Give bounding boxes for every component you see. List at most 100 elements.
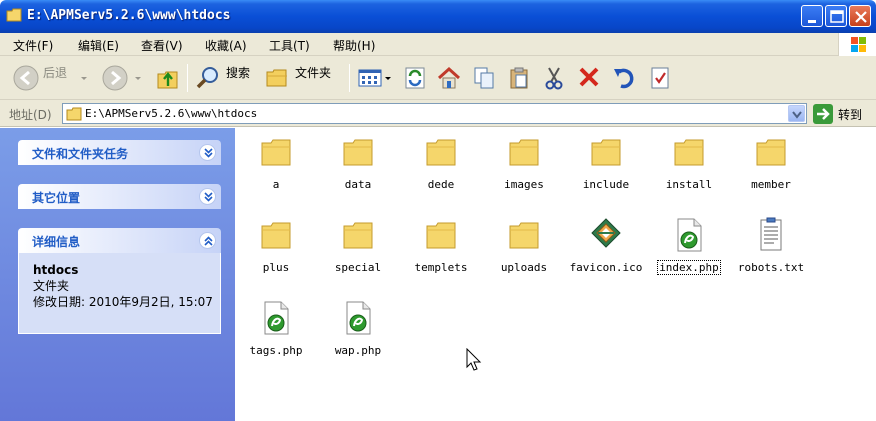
folder-icon xyxy=(674,139,704,166)
file-name: a xyxy=(272,178,280,191)
file-item-templets[interactable]: templets xyxy=(400,217,482,295)
file-item-tags-php[interactable]: tags.php xyxy=(235,300,317,378)
details-panel: 详细信息 htdocs 文件夹 修改日期: 2010年9月2日, 15:07 xyxy=(18,228,221,334)
menu-favorites[interactable]: 收藏(A) xyxy=(205,37,247,54)
menu-view[interactable]: 查看(V) xyxy=(141,37,183,54)
back-dropdown-icon[interactable] xyxy=(79,64,89,92)
address-label: 地址(D) xyxy=(9,108,52,122)
folder-icon xyxy=(591,139,621,166)
file-name: images xyxy=(504,178,544,191)
favicon-icon xyxy=(591,218,621,248)
file-list: a data dede images include install membe… xyxy=(235,128,876,421)
file-name: wap.php xyxy=(334,344,382,357)
forward-arrow-icon[interactable] xyxy=(101,64,129,92)
search-button[interactable]: 搜索 xyxy=(226,64,250,81)
properties-icon[interactable] xyxy=(648,64,672,92)
file-item-member[interactable]: member xyxy=(730,134,812,212)
expand-button[interactable] xyxy=(199,144,216,161)
minimize-icon xyxy=(808,20,816,23)
file-item-install[interactable]: install xyxy=(648,134,730,212)
menu-bar: 文件(F) 编辑(E) 查看(V) 收藏(A) 工具(T) 帮助(H) xyxy=(0,33,876,56)
up-folder-icon[interactable] xyxy=(155,64,181,92)
file-item-uploads[interactable]: uploads xyxy=(483,217,565,295)
details-title: 详细信息 xyxy=(32,235,81,249)
details-body: htdocs 文件夹 修改日期: 2010年9月2日, 15:07 xyxy=(18,253,221,334)
php-file-icon xyxy=(677,218,702,252)
file-name: uploads xyxy=(500,261,548,274)
menu-help[interactable]: 帮助(H) xyxy=(333,37,375,54)
forward-dropdown-icon[interactable] xyxy=(133,64,143,92)
menu-file[interactable]: 文件(F) xyxy=(13,37,53,54)
address-input[interactable]: E:\APMServ5.2.6\www\htdocs xyxy=(62,103,807,124)
double-chevron-down-icon xyxy=(204,192,213,202)
folders-button[interactable]: 文件夹 xyxy=(295,64,331,81)
file-item-robots-txt[interactable]: robots.txt xyxy=(730,217,812,295)
file-name: special xyxy=(334,261,382,274)
delete-icon[interactable] xyxy=(577,64,601,92)
file-item-plus[interactable]: plus xyxy=(235,217,317,295)
file-tasks-header[interactable]: 文件和文件夹任务 xyxy=(18,140,221,165)
maximize-icon xyxy=(830,10,844,23)
home-icon[interactable] xyxy=(436,64,462,92)
minimize-button[interactable] xyxy=(801,5,823,27)
file-tasks-title: 文件和文件夹任务 xyxy=(32,147,129,161)
toolbar-separator xyxy=(187,64,188,92)
double-chevron-down-icon xyxy=(204,148,213,158)
toolbar: 后退 搜索 文件夹 xyxy=(0,56,876,100)
cut-icon[interactable] xyxy=(542,64,566,92)
file-item-index-php[interactable]: index.php xyxy=(648,217,730,295)
search-icon[interactable] xyxy=(194,64,222,92)
details-header[interactable]: 详细信息 xyxy=(18,228,221,253)
folder-icon xyxy=(426,222,456,249)
file-name: index.php xyxy=(657,260,721,275)
back-arrow-icon[interactable] xyxy=(12,64,40,92)
folder-icon xyxy=(343,139,373,166)
sync-icon[interactable] xyxy=(403,64,427,92)
file-name: include xyxy=(582,178,630,191)
folders-icon[interactable] xyxy=(264,64,290,92)
file-item-favicon[interactable]: favicon.ico xyxy=(565,217,647,295)
collapse-button[interactable] xyxy=(199,232,216,249)
detail-name: htdocs xyxy=(33,263,79,277)
go-arrow-icon[interactable] xyxy=(813,104,833,124)
title-bar: E:\APMServ5.2.6\www\htdocs xyxy=(0,0,876,33)
other-places-panel: 其它位置 xyxy=(18,184,221,209)
chevron-down-icon xyxy=(792,111,802,119)
file-item-special[interactable]: special xyxy=(317,217,399,295)
folder-icon xyxy=(509,139,539,166)
address-bar: 地址(D) E:\APMServ5.2.6\www\htdocs 转到 xyxy=(0,100,876,127)
menu-tools[interactable]: 工具(T) xyxy=(269,37,310,54)
undo-icon[interactable] xyxy=(611,64,637,92)
file-name: templets xyxy=(414,261,468,274)
folder-icon xyxy=(261,139,291,166)
file-name: favicon.ico xyxy=(569,261,643,274)
menu-edit[interactable]: 编辑(E) xyxy=(78,37,119,54)
detail-date: 修改日期: 2010年9月2日, 15:07 xyxy=(33,295,213,309)
detail-type: 文件夹 xyxy=(33,279,70,293)
task-pane: 文件和文件夹任务 其它位置 详细信息 htdocs 文件夹 修改日期: 2010… xyxy=(0,128,235,421)
other-places-header[interactable]: 其它位置 xyxy=(18,184,221,209)
file-name: robots.txt xyxy=(737,261,805,274)
maximize-button[interactable] xyxy=(825,5,847,27)
text-file-icon xyxy=(760,217,782,251)
file-item-data[interactable]: data xyxy=(317,134,399,212)
address-value: E:\APMServ5.2.6\www\htdocs xyxy=(85,107,258,120)
file-name: install xyxy=(665,178,713,191)
views-icon[interactable] xyxy=(357,64,393,92)
file-item-dede[interactable]: dede xyxy=(400,134,482,212)
window-title: E:\APMServ5.2.6\www\htdocs xyxy=(27,8,231,23)
copy-to-icon[interactable] xyxy=(472,64,496,92)
file-name: plus xyxy=(262,261,290,274)
file-item-images[interactable]: images xyxy=(483,134,565,212)
file-item-wap-php[interactable]: wap.php xyxy=(317,300,399,378)
address-dropdown-button[interactable] xyxy=(788,105,805,122)
paste-icon[interactable] xyxy=(507,64,531,92)
go-button[interactable]: 转到 xyxy=(838,106,862,123)
close-icon xyxy=(855,11,867,23)
mouse-cursor-icon xyxy=(466,348,482,371)
expand-button[interactable] xyxy=(199,188,216,205)
double-chevron-up-icon xyxy=(204,236,213,246)
close-button[interactable] xyxy=(849,5,871,27)
file-item-a[interactable]: a xyxy=(235,134,317,212)
file-item-include[interactable]: include xyxy=(565,134,647,212)
